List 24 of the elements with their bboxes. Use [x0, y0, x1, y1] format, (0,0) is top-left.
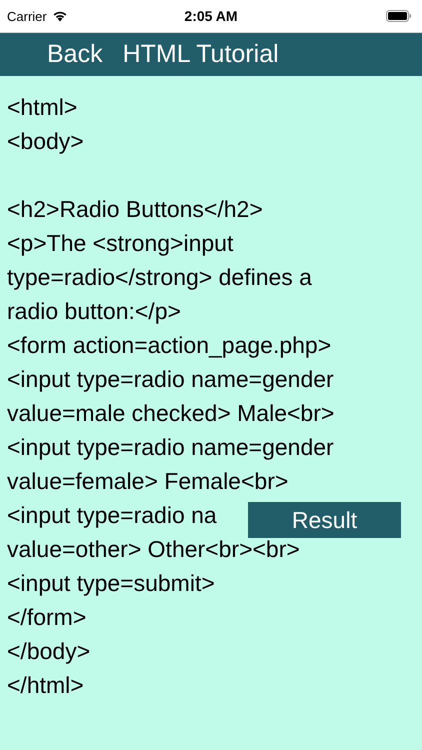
code-line: radio button:</p>: [7, 297, 181, 326]
back-button[interactable]: Back: [47, 40, 103, 69]
code-line: <input type=submit>: [7, 569, 215, 598]
code-line: type=radio</strong> defines a: [7, 263, 312, 292]
code-line: value=female> Female<br>: [7, 467, 288, 496]
result-button[interactable]: Result: [248, 502, 401, 538]
wifi-icon: [52, 10, 68, 22]
time-label: 2:05 AM: [184, 8, 238, 24]
code-line: <html>: [7, 93, 78, 122]
code-line: <input type=radio name=gender: [7, 433, 334, 462]
battery-icon: [386, 10, 412, 22]
code-line: <input type=radio name=gender: [7, 365, 334, 394]
code-line: <h2>Radio Buttons</h2>: [7, 195, 263, 224]
code-line: <p>The <strong>input: [7, 229, 234, 258]
code-line: <form action=action_page.php>: [7, 331, 332, 360]
page-title: HTML Tutorial: [122, 40, 279, 69]
code-line: <input type=radio na: [7, 501, 217, 530]
carrier-label: Carrier: [7, 8, 47, 24]
code-line: </html>: [7, 671, 84, 700]
code-line: value=other> Other<br><br>: [7, 535, 300, 564]
code-line: </body>: [7, 637, 90, 666]
code-line: <body>: [7, 127, 84, 156]
code-line: value=male checked> Male<br>: [7, 399, 334, 428]
code-line: </form>: [7, 603, 86, 632]
